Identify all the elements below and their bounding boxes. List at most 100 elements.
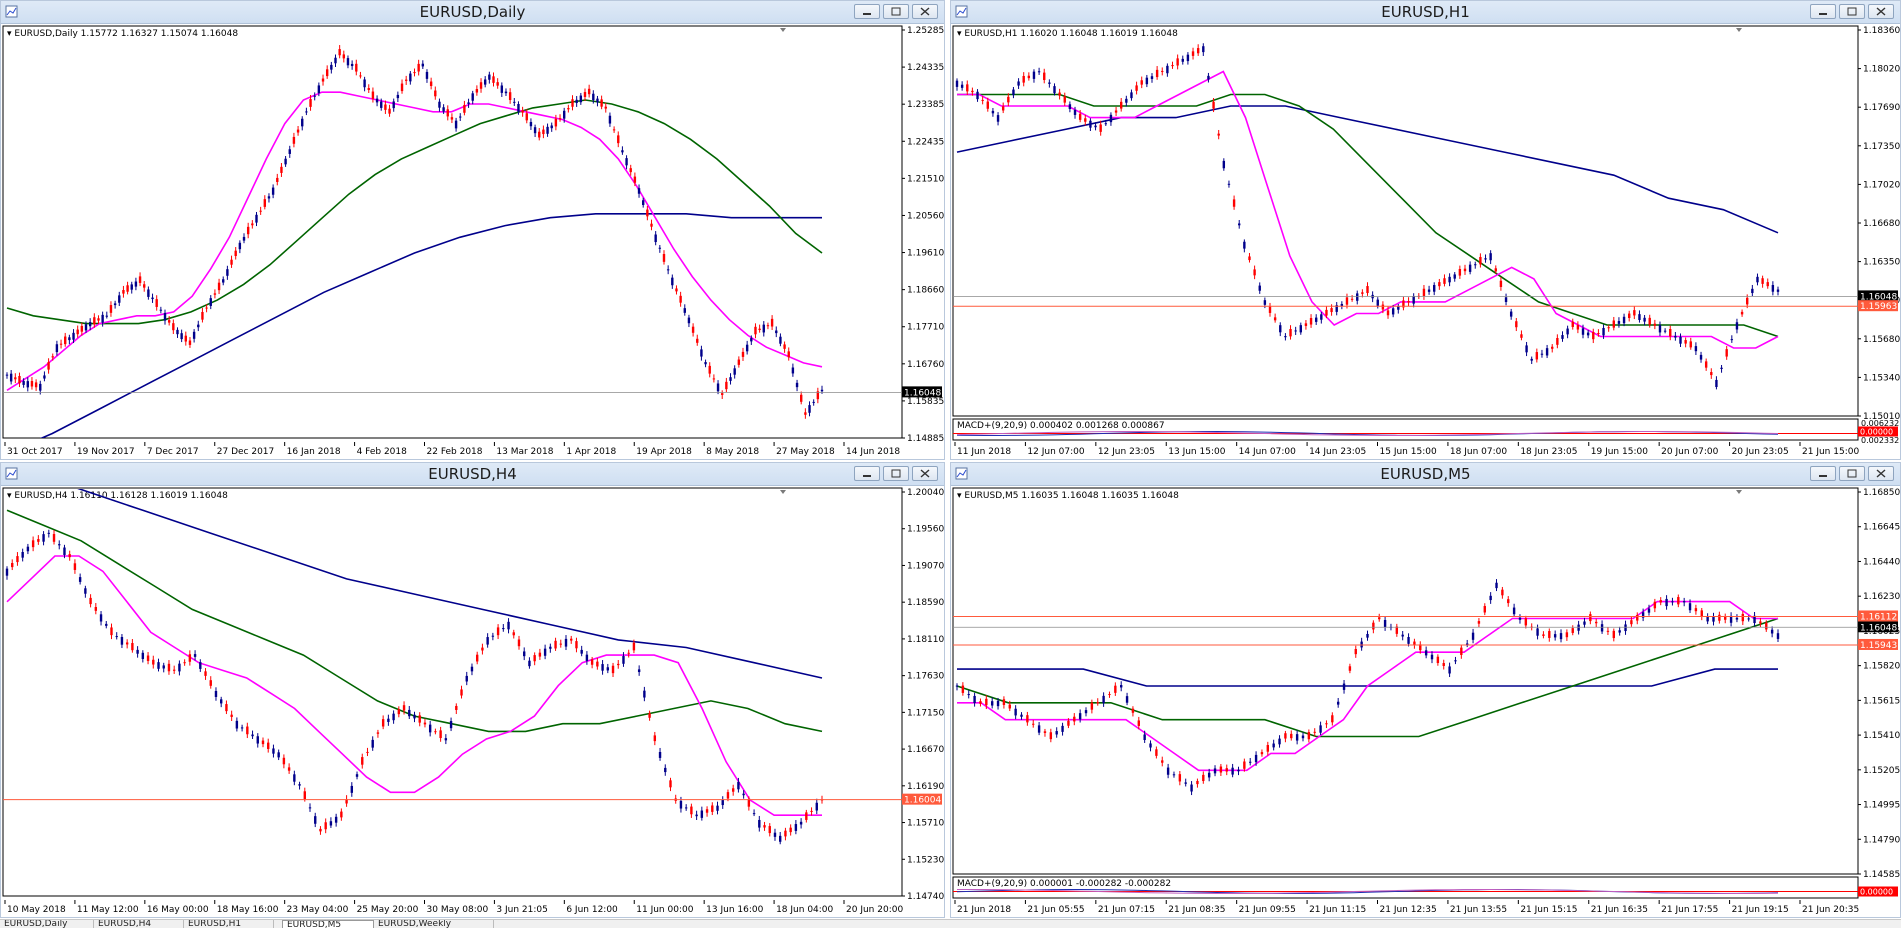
candle-body: [653, 735, 657, 742]
price-axis-label: 1.18360: [1863, 26, 1900, 36]
candle-body: [1366, 286, 1369, 294]
titlebar[interactable]: EURUSD,M5: [951, 463, 1900, 486]
close-button[interactable]: [912, 466, 938, 481]
candle-body: [319, 828, 322, 832]
candle-body: [758, 328, 761, 331]
candle-body: [669, 780, 672, 788]
candle-body: [178, 663, 181, 672]
candle-body: [105, 315, 108, 317]
candle-body: [662, 254, 666, 262]
window-title: EURUSD,M5: [1380, 465, 1471, 483]
macd-axis-label: 0.002332: [1861, 436, 1899, 445]
price-axis-label: 1.22435: [907, 137, 944, 147]
price-axis-label: 1.24335: [907, 63, 944, 73]
candle-body: [762, 324, 765, 333]
minimize-button[interactable]: [1810, 4, 1836, 19]
candle-body: [981, 99, 984, 101]
candle-body: [1489, 595, 1492, 601]
candle-body: [479, 82, 483, 89]
candle-body: [641, 200, 645, 205]
candle-body: [1761, 278, 1764, 284]
candle-body: [1225, 768, 1228, 772]
candle-body: [130, 284, 133, 290]
titlebar[interactable]: EURUSD,H4: [1, 463, 944, 486]
candle-body: [543, 648, 547, 656]
candle-body: [94, 606, 98, 611]
maximize-button[interactable]: [1839, 4, 1865, 19]
candle-body: [157, 662, 160, 669]
candle-body: [486, 637, 489, 645]
candle-body: [201, 311, 204, 320]
candle-body: [579, 95, 583, 103]
candle-body: [418, 715, 421, 723]
candle-body: [1161, 70, 1164, 72]
chart-info-label: ▾ EURUSD,H1 1.16020 1.16048 1.16019 1.16…: [957, 29, 1178, 39]
candle-body: [805, 812, 808, 820]
time-axis-label: 21 Jun 07:15: [1098, 905, 1155, 915]
price-axis-label: 1.16645: [1863, 523, 1900, 533]
candle-body: [1682, 601, 1686, 603]
time-axis-label: 27 May 2018: [776, 447, 835, 457]
close-button[interactable]: [912, 4, 938, 19]
price-axis-label: 1.14585: [1863, 870, 1900, 880]
candle-body: [267, 196, 271, 199]
candle-body: [334, 57, 337, 64]
candle-body: [704, 362, 707, 365]
close-button[interactable]: [1868, 4, 1894, 19]
candle-body: [52, 534, 56, 542]
candle-body: [1618, 630, 1621, 633]
maximize-button[interactable]: [1839, 466, 1865, 481]
candle-body: [810, 810, 813, 812]
candle-body: [209, 680, 212, 686]
maximize-button[interactable]: [883, 4, 909, 19]
chart-window-m5[interactable]: EURUSD,M5 ▾ EURUSD,M5 1.16035 1.16048 1.…: [950, 462, 1901, 918]
candle-body: [729, 377, 732, 381]
price-axis-label: 1.16670: [907, 745, 944, 755]
candle-body: [1366, 633, 1369, 638]
candle-body: [1176, 58, 1179, 66]
price-axis-label: 1.16680: [1863, 219, 1900, 229]
time-axis-label: 15 Jun 15:00: [1380, 447, 1437, 457]
candle-body: [1378, 617, 1381, 620]
price-chart[interactable]: ▾ EURUSD,H4 1.16110 1.16128 1.16019 1.16…: [1, 486, 944, 918]
close-icon: [920, 7, 930, 16]
candle-body: [627, 652, 630, 654]
price-chart[interactable]: ▾ EURUSD,M5 1.16035 1.16048 1.16035 1.16…: [951, 486, 1900, 918]
minimize-button[interactable]: [854, 4, 880, 19]
price-axis-label: 1.15680: [1863, 335, 1900, 345]
titlebar[interactable]: EURUSD,Daily: [1, 1, 944, 24]
minimize-button[interactable]: [1810, 466, 1836, 481]
candle-body: [84, 324, 88, 331]
chart-window-daily[interactable]: EURUSD,Daily ▾ EURUSD,Daily 1.15772 1.16…: [0, 0, 945, 460]
candle-body: [664, 767, 667, 773]
candle-body: [1125, 98, 1128, 103]
candle-body: [296, 129, 300, 133]
candle-body: [1284, 336, 1287, 338]
candle-body: [324, 822, 327, 830]
time-axis-label: 14 Jun 23:05: [1309, 447, 1366, 457]
candle-body: [423, 722, 427, 725]
candle-body: [1330, 308, 1333, 313]
candle-body: [1314, 317, 1318, 322]
candle-body: [1397, 306, 1400, 310]
candle-body: [1007, 96, 1010, 103]
candle-body: [1372, 622, 1375, 630]
minimize-button[interactable]: [854, 466, 880, 481]
chart-window-h1[interactable]: EURUSD,H1 ▾ EURUSD,H1 1.16020 1.16048 1.…: [950, 0, 1901, 460]
candle-body: [313, 95, 316, 97]
titlebar[interactable]: EURUSD,H1: [951, 1, 1900, 24]
price-chart[interactable]: ▾ EURUSD,Daily 1.15772 1.16327 1.15074 1…: [1, 24, 944, 460]
price-chart[interactable]: ▾ EURUSD,H1 1.16020 1.16048 1.16019 1.16…: [951, 24, 1900, 460]
maximize-button[interactable]: [883, 466, 909, 481]
price-axis-label: 1.19070: [907, 561, 944, 571]
chart-window-h4[interactable]: EURUSD,H4 ▾ EURUSD,H4 1.16110 1.16128 1.…: [0, 462, 945, 918]
candle-body: [716, 805, 719, 811]
candle-body: [64, 336, 67, 345]
candle-body: [314, 816, 317, 824]
candle-body: [1131, 708, 1135, 713]
close-button[interactable]: [1868, 466, 1894, 481]
candle-body: [521, 110, 524, 113]
candle-body: [159, 309, 163, 311]
candle-body: [1535, 352, 1539, 360]
candle-body: [1212, 101, 1215, 109]
